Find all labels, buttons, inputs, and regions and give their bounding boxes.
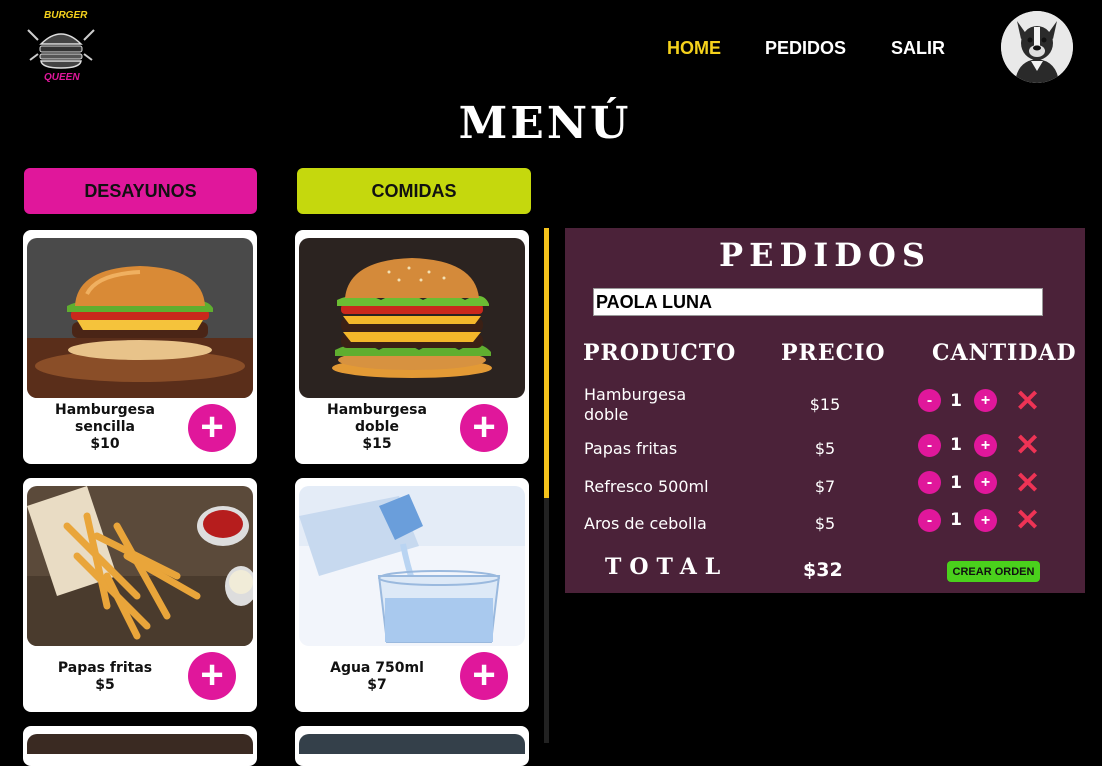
create-order-button[interactable]: CREAR ORDEN — [947, 561, 1040, 582]
product-price: $15 — [362, 436, 392, 452]
order-item-name: Aros de cebolla — [584, 514, 707, 533]
product-card: Hamburgesa doble $15 + — [295, 230, 529, 464]
product-name: Hamburgesa doble $15 — [309, 402, 445, 453]
product-price: $5 — [95, 677, 115, 693]
product-image — [299, 734, 525, 754]
menu-scrollbar[interactable] — [544, 228, 549, 743]
order-item-name: Papas fritas — [584, 439, 678, 458]
product-name-text: Papas fritas — [57, 660, 153, 676]
plus-icon: + — [472, 652, 496, 697]
avatar[interactable] — [1001, 11, 1073, 83]
product-price: $10 — [90, 436, 120, 452]
plus-icon[interactable]: + — [974, 434, 997, 457]
close-icon[interactable]: ✕ — [1015, 387, 1040, 417]
product-card — [23, 726, 257, 766]
order-item-qty: 1 — [950, 473, 962, 493]
plus-icon: + — [200, 404, 224, 449]
page-title: MENÚ — [458, 98, 632, 149]
minus-icon[interactable]: - — [918, 509, 941, 532]
plus-icon: + — [200, 652, 224, 697]
product-card: Hamburgesa sencilla $10 + — [23, 230, 257, 464]
plus-icon[interactable]: + — [974, 509, 997, 532]
minus-icon[interactable]: - — [918, 471, 941, 494]
column-precio: PRECIO — [781, 340, 886, 366]
order-item-name: Hamburgesa doble — [584, 385, 687, 424]
category-comidas-button[interactable]: COMIDAS — [297, 168, 531, 214]
product-image-burger-double — [299, 238, 525, 398]
logo-text-bottom: QUEEN — [44, 72, 80, 83]
client-name-input[interactable] — [593, 288, 1043, 316]
column-producto: PRODUCTO — [583, 340, 737, 366]
product-name-text: Agua 750ml — [330, 660, 424, 676]
nav-pedidos[interactable]: PEDIDOS — [765, 38, 846, 59]
product-card: Agua 750ml $7 + — [295, 478, 529, 712]
total-value: $32 — [803, 559, 843, 581]
add-to-order-button[interactable]: + — [188, 404, 236, 452]
order-item-qty: 1 — [950, 510, 962, 530]
order-item-price: $7 — [814, 477, 836, 496]
product-name-text: Hamburgesa sencilla — [55, 402, 155, 435]
product-name-text: Hamburgesa doble — [327, 402, 427, 435]
product-name: Hamburgesa sencilla $10 — [37, 402, 173, 453]
order-item-name: Refresco 500ml — [584, 477, 709, 496]
order-item-price: $15 — [809, 395, 841, 414]
order-item-qty: 1 — [950, 435, 962, 455]
minus-icon[interactable]: - — [918, 389, 941, 412]
close-icon[interactable]: ✕ — [1015, 469, 1040, 499]
category-desayunos-button[interactable]: DESAYUNOS — [24, 168, 257, 214]
product-image — [27, 734, 253, 754]
plus-icon[interactable]: + — [974, 471, 997, 494]
product-image-burger-simple — [27, 238, 253, 398]
product-card — [295, 726, 529, 766]
plus-icon: + — [472, 404, 496, 449]
dog-avatar — [1001, 11, 1073, 83]
minus-icon[interactable]: - — [918, 434, 941, 457]
order-item-price: $5 — [814, 439, 836, 458]
nav-home[interactable]: HOME — [667, 38, 721, 59]
add-to-order-button[interactable]: + — [460, 404, 508, 452]
add-to-order-button[interactable]: + — [460, 652, 508, 700]
add-to-order-button[interactable]: + — [188, 652, 236, 700]
product-image-fries — [27, 486, 253, 646]
close-icon[interactable]: ✕ — [1015, 431, 1040, 461]
close-icon[interactable]: ✕ — [1015, 506, 1040, 536]
column-cantidad: CANTIDAD — [932, 340, 1077, 366]
product-name: Papas fritas $5 — [37, 660, 173, 694]
plus-icon[interactable]: + — [974, 389, 997, 412]
product-name: Agua 750ml $7 — [309, 660, 445, 694]
product-price: $7 — [367, 677, 387, 693]
order-title: PEDIDOS — [719, 236, 931, 274]
scrollbar-thumb[interactable] — [544, 228, 549, 498]
product-card: Papas fritas $5 + — [23, 478, 257, 712]
order-item-price: $5 — [814, 514, 836, 533]
product-image-water — [299, 486, 525, 646]
order-item-qty: 1 — [950, 391, 962, 411]
total-label: TOTAL — [605, 554, 729, 580]
order-panel: PEDIDOS PRODUCTO PRECIO CANTIDAD Hamburg… — [565, 228, 1085, 593]
nav-salir[interactable]: SALIR — [891, 38, 945, 59]
burger-logo-icon — [27, 29, 95, 69]
brand-logo[interactable]: BURGER QUEEN — [22, 8, 100, 86]
